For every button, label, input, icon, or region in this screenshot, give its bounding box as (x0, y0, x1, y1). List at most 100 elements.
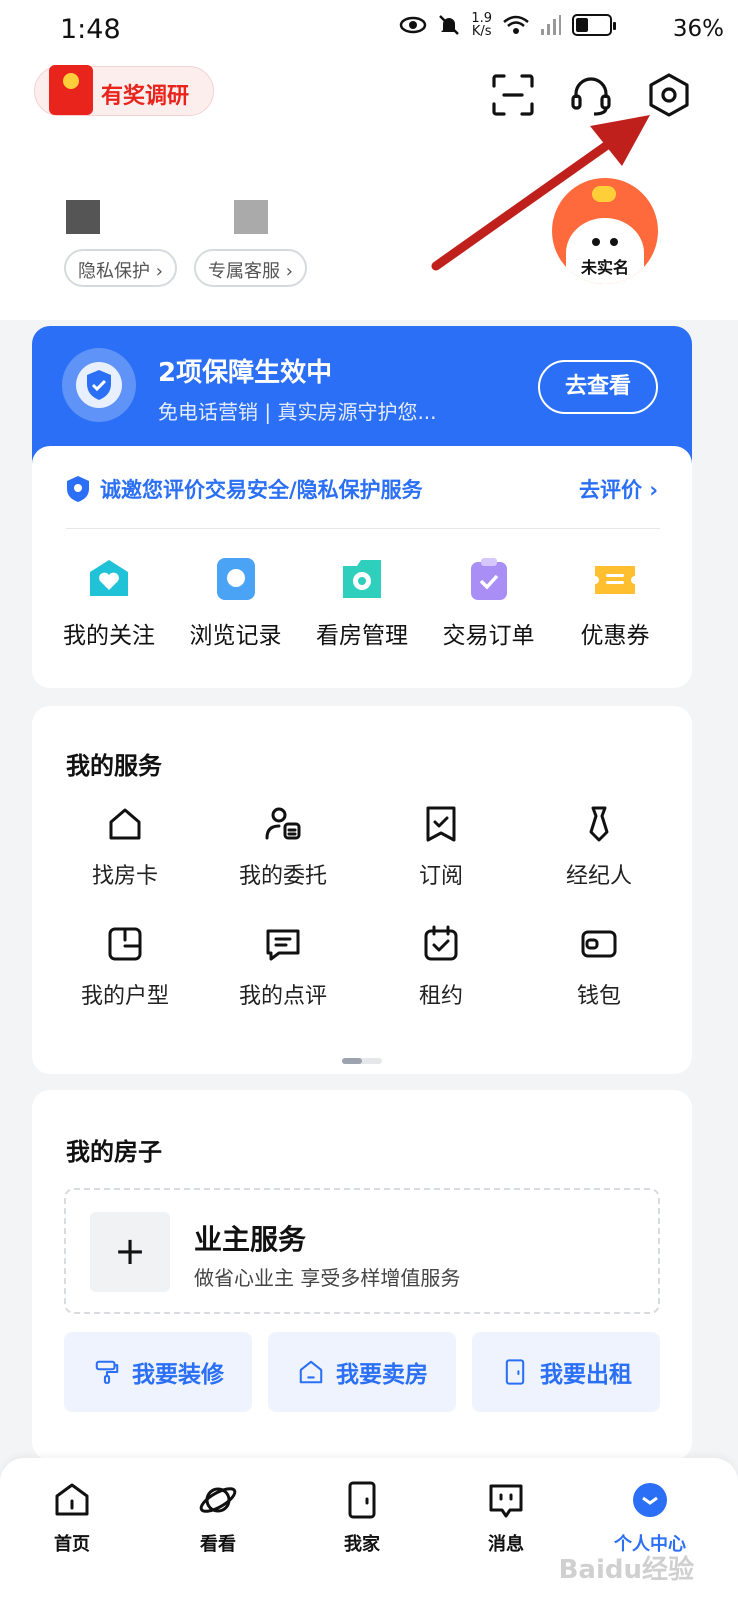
service-label: 租约 (418, 984, 463, 1009)
service-item[interactable]: 找房卡 (46, 802, 204, 890)
nav-label: 首页 (54, 1534, 90, 1555)
add-house-button[interactable]: + (90, 1212, 170, 1292)
quick-link-item[interactable]: 浏览记录 (173, 556, 299, 650)
house-action-label: 我要卖房 (336, 1362, 428, 1388)
home-icon (50, 1478, 94, 1522)
message-icon (484, 1478, 528, 1522)
red-envelope-icon (49, 65, 93, 115)
shield-icon (62, 348, 136, 422)
go-review-link[interactable]: 去评价 › (579, 474, 658, 504)
quick-link-item[interactable]: 交易订单 (426, 556, 552, 650)
scan-icon[interactable] (490, 72, 536, 118)
search-bubble-icon (213, 556, 259, 602)
service-item[interactable]: 租约 (362, 922, 520, 1010)
service-item[interactable]: 我的点评 (204, 922, 362, 1010)
service-label: 订阅 (418, 864, 463, 889)
service-label: 找房卡 (91, 864, 158, 889)
profile-header-area: 1:48 1.9 K/s 36% 有奖调研 隐私保护 › 专属客服 › 未实名 (0, 0, 738, 320)
service-item[interactable]: 订阅 (362, 802, 520, 890)
coupon-icon (592, 556, 638, 602)
survey-label: 有奖调研 (101, 84, 190, 109)
quick-link-label: 我的关注 (63, 623, 155, 649)
nav-item-3[interactable]: 我家 (312, 1478, 412, 1556)
quick-link-label: 看房管理 (316, 623, 408, 649)
quick-links: 我的关注 浏览记录 看房管理 交易订单 优惠券 (46, 556, 678, 650)
owner-service-title: 业主服务 (194, 1223, 307, 1256)
quick-link-label: 浏览记录 (189, 623, 282, 649)
privacy-protection-pill[interactable]: 隐私保护 › (64, 249, 177, 287)
quick-link-item[interactable]: 优惠券 (552, 556, 678, 650)
nav-label: 我家 (344, 1534, 380, 1555)
exclusive-service-pill[interactable]: 专属客服 › (194, 249, 307, 287)
house-action-button[interactable]: 我要卖房 (268, 1332, 456, 1412)
service-item[interactable]: 我的户型 (46, 922, 204, 1010)
location-shield-icon (67, 476, 89, 502)
house-icon (103, 802, 147, 846)
wallet-icon (577, 922, 621, 966)
service-label: 经纪人 (565, 864, 632, 889)
service-item[interactable]: 钱包 (520, 922, 678, 1010)
nav-item-2[interactable]: 看看 (168, 1478, 268, 1556)
profile-icon (628, 1478, 672, 1522)
bottom-navigation: Baidu经验 首页 看看 我家 消息 个人中心 (0, 1458, 738, 1600)
invite-text: 诚邀您评价交易安全/隐私保护服务 (100, 478, 423, 502)
my-house-card: 我的房子 + 业主服务 做省心业主 享受多样增值服务 我要装修 我要卖房 我要出租 (32, 1090, 692, 1460)
person-card-icon (261, 802, 305, 846)
quick-link-item[interactable]: 我的关注 (46, 556, 172, 650)
page-indicator (342, 1058, 382, 1064)
planet-icon (196, 1478, 240, 1522)
services-grid: 找房卡 我的委托 订阅 经纪人我的户型 我的点评 租约 钱包 (46, 802, 678, 1010)
service-label: 我的委托 (238, 864, 327, 889)
headset-icon[interactable] (568, 72, 614, 118)
battery-icon (572, 14, 616, 36)
signal-icon (541, 15, 561, 35)
status-icons: 1.9 K/s (399, 12, 674, 38)
view-guarantee-button[interactable]: 去查看 (538, 360, 658, 414)
survey-button[interactable]: 有奖调研 (34, 65, 214, 116)
status-time: 1:48 (60, 14, 121, 45)
camera-icon (339, 556, 385, 602)
house-action-button[interactable]: 我要装修 (64, 1332, 252, 1412)
service-item[interactable]: 我的委托 (204, 802, 362, 890)
house-actions: 我要装修 我要卖房 我要出租 (64, 1332, 660, 1412)
battery-percent: 36% (672, 16, 724, 42)
guarantee-subtitle: 免电话营销 | 真实房源守护您... (158, 400, 437, 424)
house-outline-icon (299, 1360, 323, 1384)
nav-label: 消息 (488, 1534, 524, 1555)
eye-icon (400, 16, 427, 34)
quick-link-item[interactable]: 看房管理 (299, 556, 425, 650)
nav-item-1[interactable]: 首页 (22, 1478, 122, 1556)
bookmark-check-icon (419, 802, 463, 846)
net-speed: 1.9 K/s (471, 11, 492, 39)
house-action-label: 我要装修 (132, 1362, 224, 1388)
door-icon (505, 1359, 525, 1385)
redacted-name-block (66, 200, 100, 234)
door-icon (340, 1478, 384, 1522)
bell-muted-icon (439, 15, 460, 35)
comment-icon (261, 922, 305, 966)
nav-label: 个人中心 (614, 1534, 686, 1555)
service-item[interactable]: 经纪人 (520, 802, 678, 890)
divider (66, 528, 660, 529)
clipboard-check-icon (466, 556, 512, 602)
floorplan-icon (103, 922, 147, 966)
house-title: 我的房子 (66, 1138, 162, 1166)
service-label: 我的点评 (238, 984, 327, 1009)
settings-icon[interactable] (646, 72, 692, 118)
service-label: 钱包 (576, 984, 621, 1009)
nav-item-4[interactable]: 消息 (456, 1478, 556, 1556)
owner-service-box[interactable]: + 业主服务 做省心业主 享受多样增值服务 (64, 1188, 660, 1314)
owner-service-subtitle: 做省心业主 享受多样增值服务 (194, 1266, 461, 1290)
quick-link-label: 交易订单 (442, 623, 535, 649)
house-action-button[interactable]: 我要出租 (472, 1332, 660, 1412)
redacted-name-block (234, 200, 268, 234)
invite-review-row[interactable]: 诚邀您评价交易安全/隐私保护服务 (66, 474, 423, 504)
nav-item-5[interactable]: 个人中心 (600, 1478, 700, 1556)
avatar[interactable]: 未实名 (552, 178, 658, 284)
heart-icon (86, 556, 132, 602)
service-label: 我的户型 (80, 984, 169, 1009)
my-services-card: 我的服务 找房卡 我的委托 订阅 经纪人 我的户型 我的点评 租约 钱包 (32, 706, 692, 1074)
house-action-label: 我要出租 (540, 1362, 632, 1388)
quick-link-label: 优惠券 (580, 623, 650, 649)
quick-links-card: 诚邀您评价交易安全/隐私保护服务 去评价 › 我的关注 浏览记录 看房管理 交易订单 优… (32, 446, 692, 688)
